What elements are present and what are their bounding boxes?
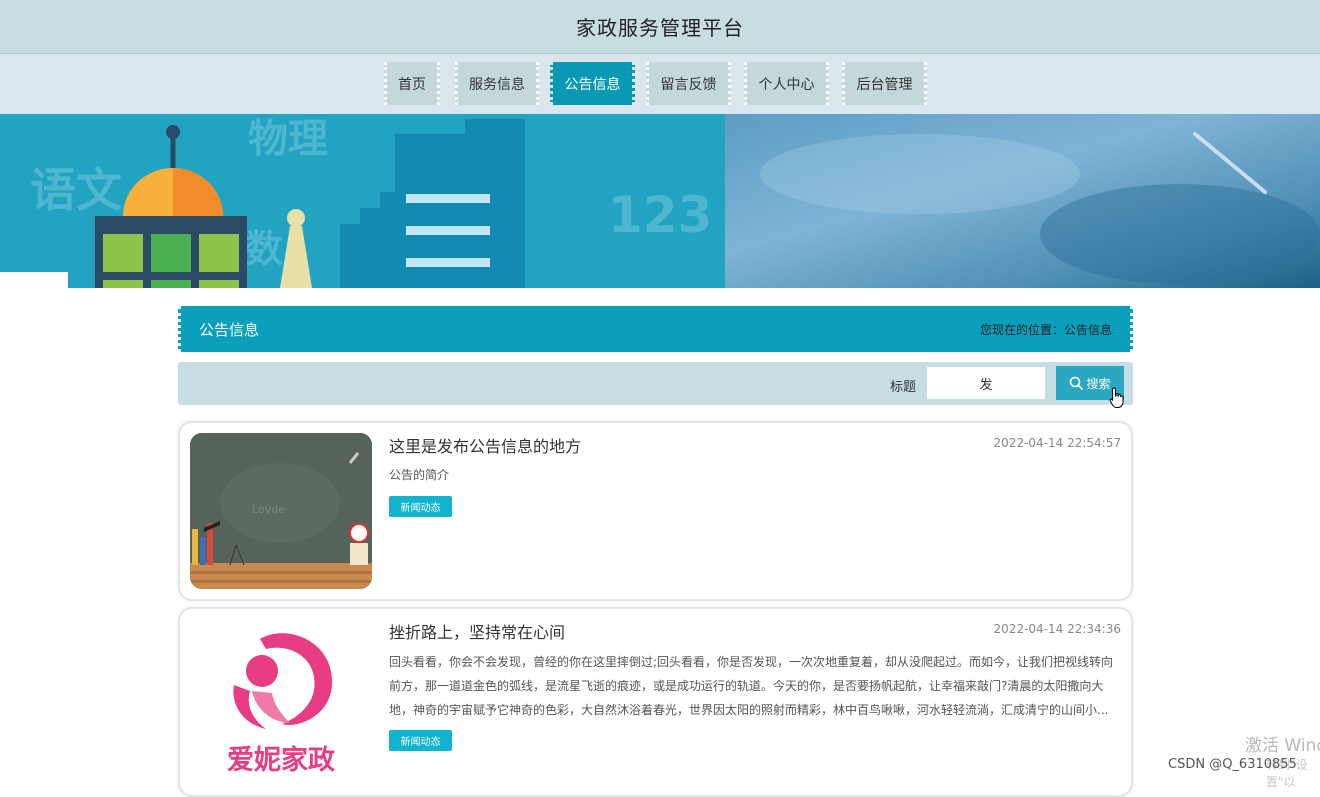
hand-pointer-icon bbox=[1109, 387, 1124, 408]
section-title: 公告信息 bbox=[199, 321, 260, 339]
banner-word-physics: 物理 bbox=[248, 116, 328, 162]
list-item[interactable]: Lovde 这里是发布公告信息的地方 2022-04-14 22:54:57 公… bbox=[178, 421, 1133, 601]
list-item[interactable]: 爱妮家政 挫折路上，坚持常在心间 2022-04-14 22:34:36 回头看… bbox=[178, 607, 1133, 797]
banner-word-math: 数 bbox=[245, 227, 283, 271]
list-item-tag[interactable]: 新闻动态 bbox=[389, 496, 452, 517]
nav-item-profile[interactable]: 个人中心 bbox=[744, 62, 829, 105]
csdn-watermark: CSDN @Q_6310855 bbox=[1168, 757, 1297, 772]
banner-image: 语文 物理 数 123 bbox=[0, 114, 1320, 288]
list-item-tag[interactable]: 新闻动态 bbox=[389, 730, 452, 751]
main-nav: 首页 服务信息 公告信息 留言反馈 个人中心 后台管理 bbox=[0, 54, 1320, 114]
activation-watermark: 激活 Wind bbox=[1245, 736, 1320, 756]
banner-word-123: 123 bbox=[608, 186, 712, 244]
search-icon bbox=[1070, 376, 1084, 390]
list-item-desc: 公告的简介 bbox=[389, 468, 450, 482]
brand-logo-image: 爱妮家政 bbox=[190, 619, 372, 775]
hero-banner: 语文 物理 数 123 bbox=[0, 114, 1320, 288]
classroom-image: Lovde bbox=[190, 433, 372, 589]
site-header: 家政服务管理平台 bbox=[0, 0, 1320, 54]
search-label: 标题 bbox=[890, 380, 917, 395]
nav-item-admin[interactable]: 后台管理 bbox=[842, 62, 927, 105]
breadcrumb: 您现在的位置：公告信息 bbox=[979, 323, 1112, 337]
nav-item-home[interactable]: 首页 bbox=[384, 62, 440, 105]
list-item-time: 2022-04-14 22:54:57 bbox=[993, 436, 1121, 450]
list-item-thumbnail[interactable]: 爱妮家政 bbox=[190, 619, 372, 775]
chalkboard-text: Lovde bbox=[252, 503, 285, 516]
site-title: 家政服务管理平台 bbox=[576, 16, 744, 40]
brand-logo-text: 爱妮家政 bbox=[227, 744, 335, 775]
nav-item-services[interactable]: 服务信息 bbox=[455, 62, 539, 105]
search-bar: 标题 搜索 bbox=[178, 362, 1133, 408]
list-item-thumbnail[interactable]: Lovde bbox=[190, 433, 372, 589]
search-input[interactable] bbox=[926, 366, 1046, 400]
list-item-title[interactable]: 挫折路上，坚持常在心间 bbox=[389, 619, 565, 643]
nav-item-announcements[interactable]: 公告信息 bbox=[550, 62, 635, 105]
search-button-label: 搜索 bbox=[1086, 376, 1111, 391]
list-item-title[interactable]: 这里是发布公告信息的地方 bbox=[389, 433, 581, 457]
nav-item-feedback[interactable]: 留言反馈 bbox=[646, 62, 731, 105]
banner-word-chinese: 语文 bbox=[30, 163, 122, 217]
section-header: 公告信息 您现在的位置：公告信息 bbox=[178, 306, 1133, 352]
list-item-desc: 回头看看，你会不会发现，曾经的你在这里摔倒过;回头看看，你是否发现，一次次地重复… bbox=[389, 655, 1114, 717]
list-item-time: 2022-04-14 22:34:36 bbox=[993, 622, 1121, 636]
